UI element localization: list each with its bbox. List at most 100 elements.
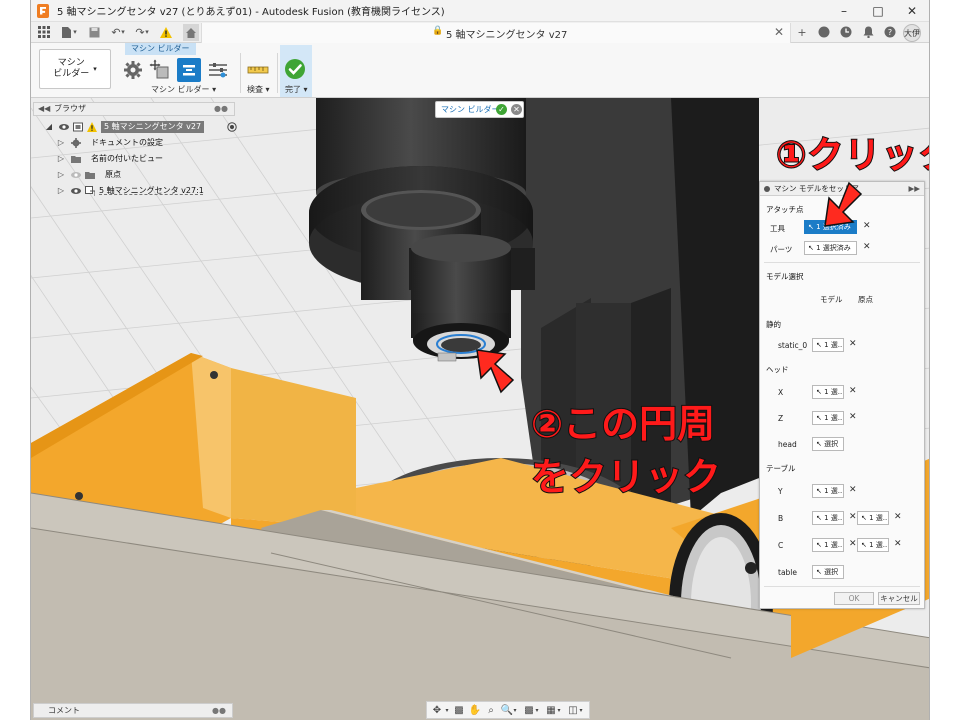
clear-b-axis-model-icon[interactable]: ✕ <box>849 512 857 522</box>
clear-y-axis-icon[interactable]: ✕ <box>849 485 857 495</box>
parts-selection-button[interactable]: ↖ 1 選択済み <box>804 241 857 255</box>
tree-item-document-settings[interactable]: ▷ ドキュメントの設定 <box>33 136 233 150</box>
workspace-switcher-button[interactable]: マシン ビルダー ▾ <box>39 49 111 89</box>
close-window-button[interactable]: ✕ <box>895 0 929 22</box>
job-status-icon[interactable] <box>839 25 853 39</box>
clear-x-axis-icon[interactable]: ✕ <box>849 386 857 396</box>
look-at-icon[interactable]: ▩ <box>452 704 466 717</box>
redo-chevron-icon[interactable]: ▾ <box>143 25 151 39</box>
finish-checkmark-icon[interactable] <box>284 58 306 80</box>
minimize-button[interactable]: – <box>827 0 861 22</box>
zoom-icon[interactable]: ⌕ <box>484 704 498 717</box>
cancel-button[interactable]: キャンセル <box>878 592 920 605</box>
expand-right-icon[interactable]: ▷ <box>57 168 65 182</box>
grid-chevron-icon[interactable]: ▾ <box>556 704 562 717</box>
head-model-selector[interactable]: ↖ 選択 <box>812 437 844 451</box>
tool-selection-button[interactable]: ↖ 1 選択済み <box>804 220 857 234</box>
notifications-bell-icon[interactable] <box>861 25 875 39</box>
expand-dialog-icon[interactable]: ▶▶ <box>908 182 920 196</box>
b-axis-model-selector[interactable]: ↖ 1 選... <box>812 511 844 525</box>
expand-down-icon[interactable]: ◢ <box>45 120 53 134</box>
pan-hand-icon[interactable]: ✋ <box>468 704 482 717</box>
undo-chevron-icon[interactable]: ▾ <box>119 25 127 39</box>
clear-c-axis-origin-icon[interactable]: ✕ <box>894 539 902 549</box>
expand-right-icon[interactable]: ▷ <box>57 184 65 198</box>
tree-item-component[interactable]: ▷ 5 軸マシニングセンタ v27:1 <box>33 184 233 198</box>
user-avatar[interactable]: 大伊 <box>903 24 921 42</box>
warning-icon <box>87 122 97 132</box>
expand-right-icon[interactable]: ▷ <box>57 136 65 150</box>
cursor-arrow-icon: ↖ <box>861 514 867 522</box>
c-axis-origin-value: 1 選... <box>869 541 889 549</box>
maximize-button[interactable]: □ <box>861 0 895 22</box>
display-chevron-icon[interactable]: ▾ <box>534 704 540 717</box>
finish-group-label[interactable]: 完了 ▾ <box>285 84 308 95</box>
static-section: 静的 <box>766 320 781 329</box>
warning-icon[interactable] <box>159 25 173 39</box>
y-axis-model-selector[interactable]: ↖ 1 選... <box>812 484 844 498</box>
panel-grip-icon[interactable]: ●● <box>214 103 228 115</box>
file-menu-chevron-icon[interactable]: ▾ <box>71 25 79 39</box>
tab-machine-builder[interactable]: マシン ビルダー <box>125 43 196 55</box>
clear-tool-icon[interactable]: ✕ <box>863 221 871 231</box>
visibility-eye-icon[interactable] <box>59 122 69 132</box>
orbit-chevron-icon[interactable]: ▾ <box>444 704 450 717</box>
activate-radio-icon[interactable] <box>227 122 237 132</box>
zoom-chevron-icon[interactable]: ▾ <box>512 704 518 717</box>
kinematics-tool-active-icon[interactable] <box>177 58 201 82</box>
visibility-eye-icon[interactable] <box>71 186 81 196</box>
app-grid-icon[interactable] <box>37 25 51 39</box>
inspect-group-label[interactable]: 検査 ▾ <box>247 84 270 95</box>
expand-right-icon[interactable]: ▷ <box>57 152 65 166</box>
measure-ruler-icon[interactable] <box>247 59 269 81</box>
static-0-model-selector[interactable]: ↖ 1 選... <box>812 338 844 352</box>
help-icon[interactable]: ? <box>883 25 897 39</box>
ribbon-separator <box>277 53 278 93</box>
orbit-icon[interactable]: ✥ <box>430 704 444 717</box>
dialog-header[interactable]: マシン モデルをセットア ▶▶ <box>760 182 924 196</box>
z-axis-model-selector[interactable]: ↖ 1 選... <box>812 411 844 425</box>
panel-grip-icon[interactable]: ●● <box>212 704 226 717</box>
save-icon[interactable] <box>87 25 101 39</box>
document-tab-title: 5 軸マシニングセンタ v27 <box>446 30 568 41</box>
extensions-icon[interactable] <box>817 25 831 39</box>
hidden-eye-icon[interactable] <box>71 170 81 180</box>
tree-item-named-views[interactable]: ▷ 名前の付いたビュー <box>33 152 233 166</box>
machine-builder-pill-label: マシン ビルダー <box>441 105 500 114</box>
x-axis-model-selector[interactable]: ↖ 1 選... <box>812 385 844 399</box>
finish-ok-icon[interactable]: ✓ <box>496 104 507 115</box>
clear-b-axis-origin-icon[interactable]: ✕ <box>894 512 902 522</box>
home-icon[interactable] <box>183 24 199 41</box>
comments-title: コメント <box>48 706 80 715</box>
browser-header[interactable]: ◀◀ ブラウザ ●● <box>33 102 235 116</box>
document-tab[interactable]: 🔒 5 軸マシニングセンタ v27 ✕ <box>201 23 791 43</box>
b-axis-origin-selector[interactable]: ↖ 1 選... <box>857 511 889 525</box>
cancel-x-icon[interactable]: ✕ <box>511 104 522 115</box>
ok-button[interactable]: OK <box>834 592 874 605</box>
clear-static-0-icon[interactable]: ✕ <box>849 339 857 349</box>
joint-settings-sliders-icon[interactable] <box>207 59 229 81</box>
clear-z-axis-icon[interactable]: ✕ <box>849 412 857 422</box>
clear-parts-icon[interactable]: ✕ <box>863 242 871 252</box>
tree-item-origin[interactable]: ▷ 原点 <box>33 168 233 182</box>
c-axis-origin-selector[interactable]: ↖ 1 選... <box>857 538 889 552</box>
annotation-step2-line1: ②この円周 <box>530 401 716 447</box>
viewports-chevron-icon[interactable]: ▾ <box>578 704 584 717</box>
new-tab-icon[interactable]: + <box>795 25 809 39</box>
table-model-selector[interactable]: ↖ 選択 <box>812 565 844 579</box>
parts-selection-value: 1 選択済み <box>816 244 851 252</box>
collapse-panel-icon[interactable]: ◀◀ <box>38 103 50 115</box>
setup-machine-model-icon[interactable] <box>149 59 171 81</box>
machine-builder-group-label[interactable]: マシン ビルダー ▾ <box>151 84 216 95</box>
static-0-label: static_0 <box>778 341 808 350</box>
c-axis-model-selector[interactable]: ↖ 1 選... <box>812 538 844 552</box>
clear-c-axis-model-icon[interactable]: ✕ <box>849 539 857 549</box>
tree-item-label: 原点 <box>105 170 121 179</box>
tree-item-root[interactable]: ◢ 5 軸マシニングセンタ v27 <box>33 120 237 134</box>
annotation-step1: ①クリック <box>775 134 929 177</box>
b-axis-origin-value: 1 選... <box>869 514 889 522</box>
close-tab-icon[interactable]: ✕ <box>774 25 784 39</box>
comments-panel[interactable]: コメント ●● <box>33 703 233 718</box>
machine-settings-gear-icon[interactable] <box>122 59 144 81</box>
cursor-arrow-icon: ↖ <box>816 514 822 522</box>
